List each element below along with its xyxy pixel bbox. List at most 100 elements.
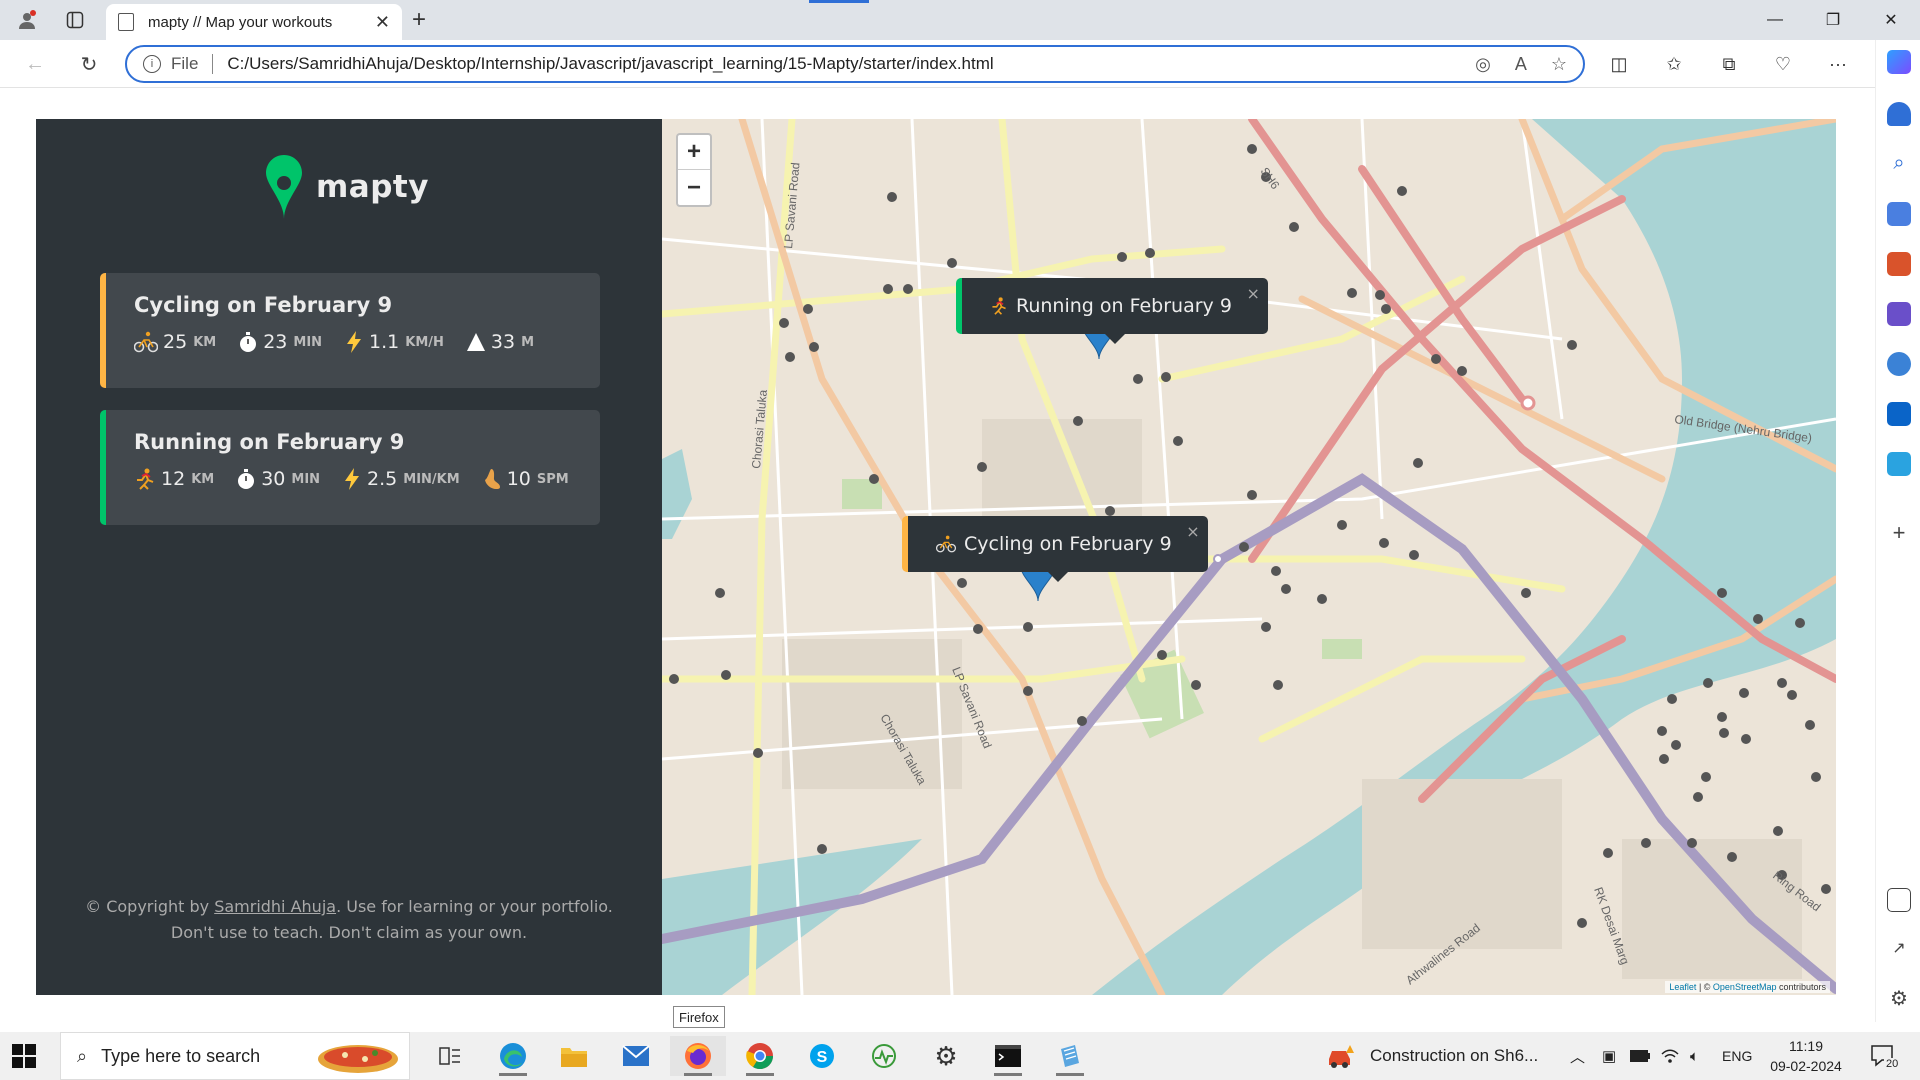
show-hidden-icons[interactable]: ︿ <box>1570 1032 1585 1080</box>
read-aloud-icon[interactable]: A <box>1515 54 1527 75</box>
notepad-icon[interactable] <box>1042 1036 1098 1076</box>
chrome-icon[interactable] <box>732 1036 788 1076</box>
firefox-icon[interactable] <box>670 1036 726 1076</box>
lightning-icon <box>345 468 360 490</box>
copyright-line-1: © Copyright by Samridhi Ahuja. Use for l… <box>36 894 662 920</box>
address-separator <box>212 54 214 74</box>
mail-icon[interactable] <box>608 1036 664 1076</box>
workout-card-running[interactable]: Running on February 9 12 KM 30 MIN 2.5 M… <box>100 410 600 525</box>
profile-icon[interactable] <box>12 6 42 34</box>
url-text[interactable]: C:/Users/SamridhiAhuja/Desktop/Internshi… <box>227 54 1451 74</box>
cycling-popup[interactable]: Cycling on February 9 × <box>902 516 1208 582</box>
speed-unit: KM/H <box>405 334 444 350</box>
battery-icon[interactable] <box>1630 1032 1650 1080</box>
workout-details: 12 KM 30 MIN 2.5 MIN/KM 10 SPM <box>134 468 572 490</box>
popup-close-icon[interactable]: × <box>1247 284 1260 303</box>
add-icon[interactable]: + <box>1887 520 1911 545</box>
copyright-suffix: . Use for learning or your portfolio. <box>336 897 613 916</box>
map-container[interactable]: LP Savani Road Chorasi Taluka LP Savani … <box>662 119 1836 995</box>
back-arrow-icon[interactable]: ← <box>20 50 50 78</box>
author-link[interactable]: Samridhi Ahuja <box>214 897 336 916</box>
system-clock[interactable]: 11:19 09-02-2024 <box>1758 1036 1854 1076</box>
page-viewport: mapty Cycling on February 9 25 KM 23 MIN… <box>5 88 1873 1022</box>
copyright-text: © Copyright by Samridhi Ahuja. Use for l… <box>36 894 662 946</box>
close-tab-icon[interactable]: ✕ <box>375 12 390 33</box>
stopwatch-icon <box>238 469 255 489</box>
refresh-icon[interactable]: ↻ <box>74 50 104 78</box>
location-icon[interactable]: ◎ <box>1475 54 1491 75</box>
runner-icon <box>137 468 154 490</box>
browser-essentials-icon[interactable]: ♡ <box>1768 50 1798 78</box>
zoom-in-button[interactable]: + <box>678 135 710 170</box>
windows-taskbar: ⌕ Type here to search S ⚙ Construction o… <box>0 1032 1920 1080</box>
map-tiles: LP Savani Road Chorasi Taluka LP Savani … <box>662 119 1836 995</box>
lightning-icon <box>347 331 362 353</box>
elevation-unit: M <box>521 334 535 350</box>
split-screen-icon[interactable]: ◫ <box>1604 50 1634 78</box>
workout-title: Cycling on February 9 <box>134 293 393 317</box>
tools-icon[interactable] <box>1887 252 1911 276</box>
address-bar[interactable]: i File C:/Users/SamridhiAhuja/Desktop/In… <box>125 45 1585 83</box>
new-tab-icon[interactable]: + <box>412 6 426 34</box>
pace-value: 2.5 <box>367 468 398 490</box>
osm-link[interactable]: OpenStreetMap <box>1713 982 1777 992</box>
duration-unit: MIN <box>293 334 323 350</box>
workout-card-cycling[interactable]: Cycling on February 9 25 KM 23 MIN 1.1 K… <box>100 273 600 388</box>
running-popup[interactable]: Running on February 9 × <box>956 278 1268 344</box>
info-icon[interactable]: i <box>143 55 161 73</box>
page-icon <box>118 13 134 31</box>
edge-app-icon[interactable] <box>485 1036 541 1076</box>
task-manager-icon[interactable] <box>856 1036 912 1076</box>
restore-icon[interactable]: ❐ <box>1808 6 1858 34</box>
copyright-line-2: Don't use to teach. Don't claim as your … <box>170 923 528 942</box>
news-widget[interactable]: Construction on Sh6... <box>1326 1032 1538 1080</box>
notification-center-icon[interactable]: 20 <box>1870 1032 1901 1080</box>
runner-icon <box>992 297 1006 315</box>
games-icon[interactable] <box>1887 302 1911 326</box>
wifi-icon[interactable] <box>1660 1032 1680 1080</box>
settings-gear-icon[interactable]: ⚙ <box>1887 986 1911 1010</box>
terminal-icon[interactable] <box>980 1036 1036 1076</box>
file-explorer-icon[interactable] <box>546 1036 602 1076</box>
notifications-icon[interactable] <box>1887 102 1911 126</box>
close-window-icon[interactable]: ✕ <box>1866 6 1916 34</box>
popup-close-icon[interactable]: × <box>1186 522 1199 541</box>
volume-icon[interactable]: 🔈︎ <box>1690 1032 1699 1080</box>
outlook-icon[interactable] <box>1887 402 1911 426</box>
more-options-icon[interactable]: ··· <box>1823 50 1853 78</box>
settings-icon[interactable]: ⚙ <box>918 1036 974 1076</box>
language-indicator[interactable]: ENG <box>1722 1032 1752 1080</box>
windows-start-icon[interactable] <box>12 1044 36 1068</box>
leaflet-link[interactable]: Leaflet <box>1669 982 1696 992</box>
taskbar-search-box[interactable]: ⌕ Type here to search <box>60 1032 410 1080</box>
distance-detail: 12 KM <box>134 468 214 490</box>
favorites-icon[interactable]: ✩ <box>1659 50 1689 78</box>
drop-icon[interactable] <box>1887 452 1911 476</box>
collections-icon[interactable]: ⧉ <box>1714 50 1744 78</box>
minimize-icon[interactable]: — <box>1750 6 1800 34</box>
search-icon[interactable]: ⌕ <box>1887 152 1911 176</box>
external-link-icon[interactable]: ↗ <box>1887 938 1911 962</box>
map-attribution: Leaflet | © OpenStreetMap contributors <box>1665 981 1830 993</box>
tab-actions-icon[interactable] <box>60 6 90 34</box>
task-view-icon[interactable] <box>422 1036 478 1076</box>
clock-date: 09-02-2024 <box>1770 1058 1842 1074</box>
meet-now-icon[interactable]: ▣ <box>1602 1032 1616 1080</box>
duration-detail: 30 MIN <box>236 468 320 490</box>
skype-icon[interactable]: S <box>794 1036 850 1076</box>
zoom-out-button[interactable]: − <box>678 170 710 205</box>
duration-value: 23 <box>263 331 288 353</box>
shopping-icon[interactable] <box>1887 202 1911 226</box>
microsoft-365-icon[interactable] <box>1887 352 1911 376</box>
hide-sidebar-icon[interactable] <box>1887 888 1911 912</box>
copilot-icon[interactable] <box>1887 50 1911 74</box>
browser-tab[interactable]: mapty // Map your workouts ✕ <box>106 4 402 40</box>
favorite-star-icon[interactable]: ☆ <box>1551 54 1567 75</box>
bicycle-icon <box>936 535 956 553</box>
car-alert-icon <box>1329 1045 1354 1068</box>
clock-time: 11:19 <box>1789 1038 1823 1054</box>
address-toolbar: ← ↻ i File C:/Users/SamridhiAhuja/Deskto… <box>0 40 1920 88</box>
search-icon: ⌕ <box>77 1045 88 1066</box>
elevation-value: 33 <box>490 331 516 353</box>
map-pin-logo-icon <box>266 155 302 219</box>
